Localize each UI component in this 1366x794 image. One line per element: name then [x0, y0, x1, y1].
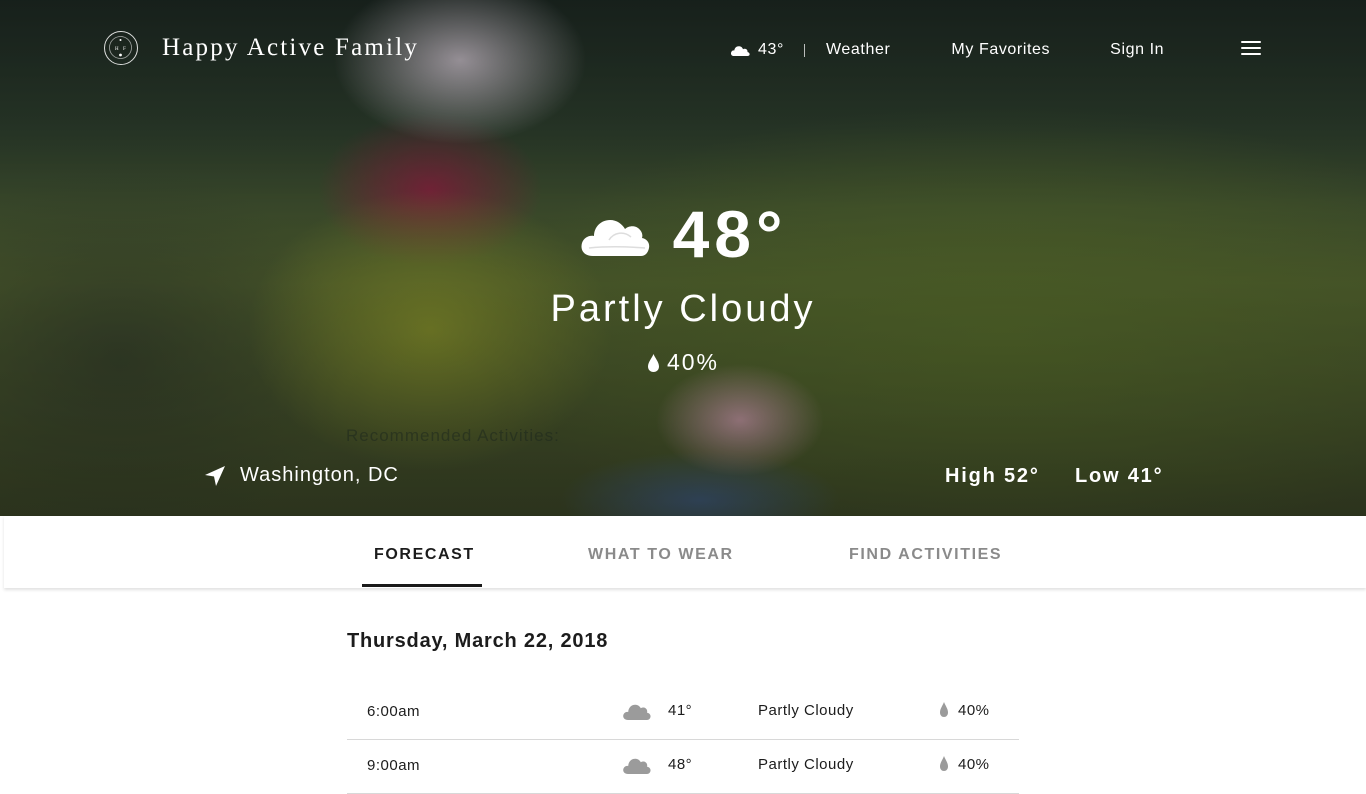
nav-weather-temp[interactable]: 43° — [758, 41, 784, 59]
svg-text:H: H — [115, 47, 119, 52]
forecast-time: 6:00am — [367, 703, 421, 720]
high-temperature: High 52° — [945, 465, 1040, 487]
svg-text:F: F — [123, 47, 126, 52]
location-name[interactable]: Washington, DC — [240, 464, 399, 487]
forecast-condition: Partly Cloudy — [758, 702, 854, 719]
logo-icon[interactable]: H F — [104, 31, 138, 65]
current-condition: Partly Cloudy — [550, 288, 816, 330]
brand[interactable]: H F Happy Active Family — [104, 31, 419, 65]
tab-find-activities[interactable]: FIND ACTIVITIES — [849, 546, 1002, 564]
forecast-temperature: 41° — [668, 702, 693, 719]
tab-forecast[interactable]: FORECAST — [374, 546, 475, 564]
raindrop-icon — [647, 353, 659, 372]
top-nav: 43° Weather My Favorites Sign In — [730, 38, 1164, 62]
cloud-icon — [623, 758, 651, 774]
current-precipitation: 40% — [0, 349, 1366, 376]
location[interactable]: Washington, DC — [204, 464, 399, 487]
forecast-row: 9:00am 48° Partly Cloudy 40% — [347, 739, 1019, 794]
low-temperature: Low 41° — [1075, 465, 1164, 487]
nav-link-sign-in[interactable]: Sign In — [1110, 41, 1164, 59]
forecast-condition: Partly Cloudy — [758, 756, 854, 773]
raindrop-icon — [940, 756, 948, 771]
active-tab-indicator — [362, 584, 482, 587]
nav-link-weather[interactable]: Weather — [826, 41, 890, 59]
hamburger-menu-icon[interactable] — [1241, 41, 1261, 57]
raindrop-icon — [940, 702, 948, 717]
forecast-precipitation: 40% — [958, 756, 990, 773]
cloud-icon — [730, 46, 750, 56]
forecast-precipitation: 40% — [958, 702, 990, 719]
cloud-icon — [581, 220, 649, 256]
current-temperature: 48° — [672, 197, 788, 271]
nav-link-my-favorites[interactable]: My Favorites — [951, 41, 1050, 59]
location-arrow-icon — [205, 465, 225, 486]
forecast-time: 9:00am — [367, 757, 421, 774]
hero-banner: H F Happy Active Family 43° Weather My F… — [0, 0, 1366, 516]
tab-what-to-wear[interactable]: WHAT TO WEAR — [588, 546, 734, 564]
forecast-row: 6:00am 41° Partly Cloudy 40% — [347, 685, 1019, 740]
forecast-date: Thursday, March 22, 2018 — [347, 630, 609, 652]
tab-bar: FORECAST WHAT TO WEAR FIND ACTIVITIES — [4, 516, 1366, 588]
brand-name[interactable]: Happy Active Family — [162, 34, 419, 62]
cloud-icon — [623, 704, 651, 720]
forecast-temperature: 48° — [668, 756, 693, 773]
recommended-activities-label: Recommended Activities: — [346, 426, 560, 445]
precipitation-value: 40% — [666, 349, 720, 375]
nav-separator — [804, 43, 805, 57]
